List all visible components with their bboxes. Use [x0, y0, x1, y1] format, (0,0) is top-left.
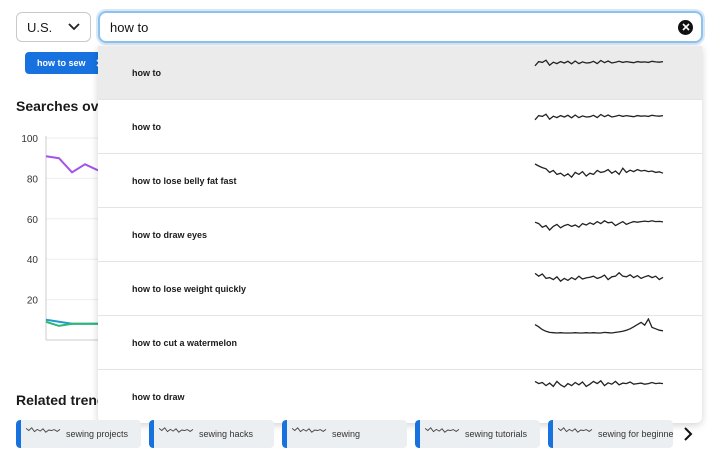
related-sparkline [26, 427, 61, 433]
suggestion-item[interactable]: how to [98, 100, 702, 154]
related-trend-card[interactable]: sewing projects [16, 420, 141, 448]
chip-label: how to sew [37, 58, 86, 68]
suggestion-label: how to cut a watermelon [132, 337, 238, 348]
clear-search-button[interactable] [678, 19, 693, 35]
suggestion-item[interactable]: how to draw [98, 370, 702, 423]
suggestion-sparkline [534, 318, 664, 334]
series-line [45, 155, 99, 174]
suggestion-item[interactable]: how to lose belly fat fast [98, 154, 702, 208]
suggestions-dropdown: how to how to how to lose belly fat fast ho… [98, 46, 702, 423]
suggestion-sparkline [534, 59, 664, 67]
region-dropdown[interactable]: U.S. [16, 12, 91, 42]
chevron-right-icon[interactable] [682, 427, 694, 441]
region-label: U.S. [27, 19, 53, 35]
card-accent-bar [16, 420, 21, 448]
related-trends: sewing projects sewing hacks sewing sewing … [16, 420, 673, 448]
suggestion-label: how to draw eyes [132, 229, 208, 240]
close-icon [681, 23, 690, 31]
related-trend-label: sewing tutorials [465, 429, 528, 439]
search-term-chip[interactable]: how to sew [25, 52, 105, 74]
search-box[interactable] [98, 11, 703, 43]
related-trends-heading: Related trend [16, 392, 106, 408]
suggestion-sparkline [534, 220, 664, 231]
sparkline-path [534, 113, 664, 121]
chevron-down-icon [68, 23, 80, 31]
related-trend-label: sewing for beginners [598, 429, 673, 439]
suggestion-label: how to lose weight quickly [132, 283, 247, 294]
related-trend-label: sewing [332, 429, 361, 439]
suggestion-label: how to draw [132, 391, 185, 402]
sparkline-path [534, 318, 664, 334]
related-sparkline [292, 427, 327, 433]
suggestion-item[interactable]: how to draw eyes [98, 208, 702, 262]
searches-over-time-heading: Searches ove [16, 98, 107, 114]
suggestion-item[interactable]: how to [98, 46, 702, 100]
y-tick-label: 60 [27, 215, 39, 226]
sparkline-path [534, 271, 664, 283]
related-sparkline [159, 427, 194, 433]
sparkline-path [534, 379, 664, 388]
related-trend-card[interactable]: sewing [282, 420, 407, 448]
y-tick-label: 40 [27, 255, 39, 266]
series-line [45, 320, 98, 327]
sparkline-path [534, 220, 664, 231]
suggestion-item[interactable]: how to cut a watermelon [98, 316, 702, 370]
search-input[interactable] [100, 18, 678, 36]
suggestion-sparkline [534, 271, 664, 283]
suggestion-label: how to lose belly fat fast [132, 175, 237, 186]
sparkline-path [534, 163, 664, 179]
related-trend-label: sewing projects [66, 429, 129, 439]
related-trend-label: sewing hacks [199, 429, 254, 439]
card-accent-bar [149, 420, 154, 448]
related-sparkline [558, 427, 593, 433]
related-sparkline [425, 427, 460, 433]
suggestion-label: how to [132, 67, 161, 78]
y-tick-label: 20 [27, 296, 39, 307]
card-accent-bar [282, 420, 287, 448]
suggestion-sparkline [534, 379, 664, 388]
suggestion-item[interactable]: how to lose weight quickly [98, 262, 702, 316]
y-tick-label: 100 [21, 134, 38, 145]
suggestion-label: how to [132, 121, 161, 132]
card-accent-bar [415, 420, 420, 448]
card-accent-bar [548, 420, 553, 448]
sparkline-path [534, 59, 664, 67]
chart-series [45, 155, 99, 327]
suggestion-sparkline [534, 163, 664, 179]
related-trend-card[interactable]: sewing for beginners [548, 420, 673, 448]
suggestion-sparkline [534, 113, 664, 121]
y-tick-label: 80 [27, 174, 39, 185]
related-trend-card[interactable]: sewing tutorials [415, 420, 540, 448]
related-trend-card[interactable]: sewing hacks [149, 420, 274, 448]
